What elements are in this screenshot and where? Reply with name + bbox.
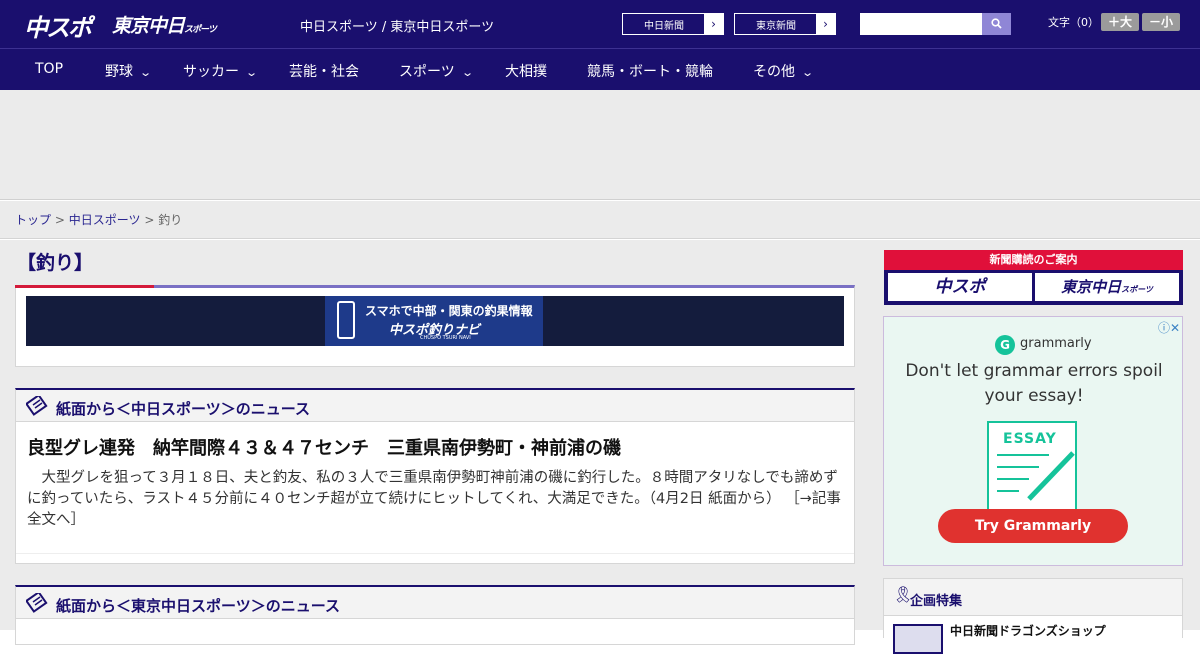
- subscribe-tokyo-chunichi-button[interactable]: 東京中日スポーツ: [1035, 273, 1179, 301]
- feature-title: 企画特集: [910, 594, 963, 609]
- nav-item-sports[interactable]: スポーツ ⌄: [399, 61, 474, 81]
- smartphone-icon: [337, 301, 355, 339]
- ad-placeholder-band: [0, 90, 1200, 200]
- tokyo-shimbun-link[interactable]: 東京新聞 ›: [734, 13, 836, 35]
- search-icon: [991, 18, 1002, 29]
- chevron-right-icon: ›: [816, 14, 835, 34]
- subscription-title: 新聞購読のご案内: [884, 250, 1183, 270]
- article-lead-text: 大型グレを狙って３月１８日、夫と釣友、私の３人で三重県南伊勢町神前浦の磯に釣行し…: [27, 470, 838, 507]
- breadcrumb-home[interactable]: トップ: [15, 213, 51, 227]
- breadcrumb-separator: >: [144, 213, 155, 227]
- nav-item-other[interactable]: その他 ⌄: [753, 61, 815, 81]
- grammarly-ad[interactable]: ⓘ✕ G grammarly Don't let grammar errors …: [883, 316, 1183, 566]
- chunichi-shimbun-label: 中日新聞: [644, 21, 684, 32]
- chuspo-logo[interactable]: 中スポ: [24, 8, 92, 43]
- font-size-label: 文字（0）: [1048, 16, 1099, 29]
- try-grammarly-button[interactable]: Try Grammarly: [938, 509, 1128, 543]
- newspaper-icon: [26, 593, 48, 613]
- nav-label: 野球: [105, 64, 133, 80]
- banner-line3: CHUSPO TSURI NAVI: [420, 335, 471, 341]
- news-section-header: 紙面から＜東京中日スポーツ＞のニュース: [16, 587, 854, 619]
- tokyo-shimbun-label: 東京新聞: [756, 21, 796, 32]
- main-content: 【釣り】 スマホで中部・関東の釣果情報 中スポ釣りナビ CHUSPO TSURI…: [0, 240, 1200, 654]
- breadcrumb-chunichi-sports[interactable]: 中日スポーツ: [69, 213, 141, 227]
- breadcrumb-separator: >: [54, 213, 65, 227]
- tokyo-chunichi-logo[interactable]: 東京中日スポーツ: [112, 11, 217, 38]
- grammarly-logo-icon: G: [995, 335, 1015, 355]
- tsuri-navi-banner[interactable]: スマホで中部・関東の釣果情報 中スポ釣りナビ CHUSPO TSURI NAVI: [26, 296, 844, 346]
- main-nav: TOP 野球 ⌄ サッカー ⌄ 芸能・社会 スポーツ ⌄ 大相撲 競馬・ボート・競輪 …: [0, 48, 1200, 90]
- promo-panel: スマホで中部・関東の釣果情報 中スポ釣りナビ CHUSPO TSURI NAVI: [15, 285, 855, 367]
- site-title: 中日スポーツ / 東京中日スポーツ: [300, 20, 495, 35]
- subscribe-tokyo-chunichi-small: スポーツ: [1121, 285, 1153, 294]
- chevron-down-icon: ⌄: [460, 66, 474, 79]
- nav-item-racing[interactable]: 競馬・ボート・競輪: [587, 61, 713, 81]
- news-section-chunichi: 紙面から＜中日スポーツ＞のニュース 良型グレ連発 納竿間際４３＆４７センチ 三重…: [15, 388, 855, 564]
- nav-label: サッカー: [183, 64, 239, 80]
- feature-thumbnail: [893, 624, 943, 654]
- nav-label: TOP: [35, 61, 64, 77]
- news-section-title: 紙面から＜中日スポーツ＞のニュース: [56, 400, 310, 418]
- nav-label: スポーツ: [399, 64, 455, 80]
- nav-item-sumo[interactable]: 大相撲: [505, 61, 547, 81]
- chevron-down-icon: ⌄: [245, 66, 259, 79]
- search-button[interactable]: [982, 13, 1011, 35]
- logo-secondary-text: 東京中日: [112, 15, 185, 37]
- subscribe-tokyo-chunichi-label: 東京中日: [1061, 278, 1122, 296]
- nav-item-soccer[interactable]: サッカー ⌄: [183, 61, 259, 81]
- subscription-box: 新聞購読のご案内 中スポ 東京中日スポーツ: [884, 250, 1183, 305]
- ad-close-icon[interactable]: ⓘ✕: [1158, 319, 1180, 336]
- banner-line1: スマホで中部・関東の釣果情報: [365, 304, 533, 318]
- breadcrumb: トップ > 中日スポーツ > 釣り: [0, 201, 1200, 239]
- nav-item-baseball[interactable]: 野球 ⌄: [105, 61, 153, 81]
- page-title: 【釣り】: [17, 252, 94, 274]
- divider: [16, 553, 854, 554]
- feature-item[interactable]: 中日新聞ドラゴンズショップ: [884, 615, 1182, 654]
- essay-illustration: ESSAY: [987, 421, 1077, 511]
- essay-label: ESSAY: [1003, 431, 1057, 447]
- chevron-right-icon: ›: [704, 14, 723, 34]
- tsuri-navi-banner-art: スマホで中部・関東の釣果情報 中スポ釣りナビ CHUSPO TSURI NAVI: [325, 296, 543, 346]
- article-lead: 大型グレを狙って３月１８日、夫と釣友、私の３人で三重県南伊勢町神前浦の磯に釣行し…: [27, 468, 847, 531]
- chevron-down-icon: ⌄: [801, 66, 815, 79]
- ad-brand: grammarly: [1020, 336, 1092, 351]
- pencil-icon: [997, 451, 1075, 501]
- chunichi-shimbun-link[interactable]: 中日新聞 ›: [622, 13, 724, 35]
- site-header: 中スポ 東京中日スポーツ 中日スポーツ / 東京中日スポーツ 中日新聞 › 東京…: [0, 0, 1200, 48]
- font-larger-button[interactable]: ＋大: [1101, 13, 1139, 31]
- subscribe-chuspo-button[interactable]: 中スポ: [888, 273, 1032, 301]
- ad-message: Don't let grammar errors spoil your essa…: [905, 361, 1163, 406]
- logo-secondary-small: スポーツ: [184, 25, 217, 35]
- article-headline[interactable]: 良型グレ連発 納竿間際４３＆４７センチ 三重県南伊勢町・神前浦の磯: [27, 434, 621, 460]
- title-accent-bar: [15, 285, 154, 288]
- nav-item-top[interactable]: TOP: [35, 61, 63, 77]
- news-section-title: 紙面から＜東京中日スポーツ＞のニュース: [56, 597, 340, 615]
- nav-label: 芸能・社会: [289, 64, 359, 80]
- nav-label: 大相撲: [505, 64, 547, 80]
- chevron-down-icon: ⌄: [139, 66, 153, 79]
- nav-label: その他: [753, 64, 795, 80]
- search-input[interactable]: [860, 13, 982, 35]
- news-section-tokyo-chunichi: 紙面から＜東京中日スポーツ＞のニュース: [15, 585, 855, 645]
- nav-item-entertainment[interactable]: 芸能・社会: [289, 61, 359, 81]
- breadcrumb-current: 釣り: [158, 213, 183, 227]
- font-smaller-button[interactable]: －小: [1142, 13, 1180, 31]
- feature-box: 🎗 企画特集 中日新聞ドラゴンズショップ: [883, 578, 1183, 654]
- news-section-header: 紙面から＜中日スポーツ＞のニュース: [16, 390, 854, 422]
- nav-label: 競馬・ボート・競輪: [587, 64, 713, 80]
- newspaper-icon: [26, 396, 48, 416]
- feature-item-title: 中日新聞ドラゴンズショップ: [950, 624, 1106, 638]
